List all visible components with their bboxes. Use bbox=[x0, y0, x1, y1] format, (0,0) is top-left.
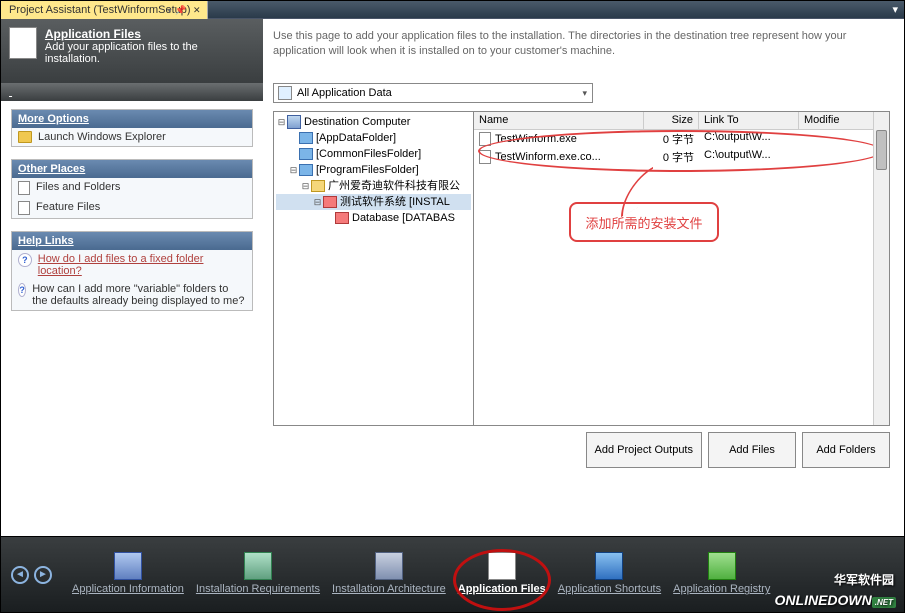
tree-node-programfiles[interactable]: ⊟[ProgramFilesFolder] bbox=[276, 162, 471, 178]
nav-app-registry[interactable]: Application Registry bbox=[673, 552, 770, 596]
folder-icon bbox=[299, 148, 313, 160]
files-folders-link[interactable]: Files and Folders bbox=[12, 178, 252, 198]
pin-icon[interactable]: 📌 bbox=[175, 5, 186, 16]
file-list-header: Name Size Link To Modifie bbox=[474, 112, 889, 130]
other-places-panel: Other Places Files and Folders Feature F… bbox=[11, 159, 253, 219]
nav-install-arch[interactable]: Installation Architecture bbox=[332, 552, 446, 596]
help-links-header: Help Links bbox=[12, 232, 252, 250]
question-icon: ? bbox=[18, 283, 26, 297]
window-title: Project Assistant (TestWinformSetup) bbox=[9, 4, 191, 16]
more-options-header: More Options bbox=[12, 110, 252, 128]
expander-icon[interactable]: ⊟ bbox=[312, 194, 323, 210]
add-project-outputs-button[interactable]: Add Project Outputs bbox=[586, 432, 702, 468]
file-list[interactable]: Name Size Link To Modifie TestWinform.ex… bbox=[474, 112, 889, 425]
page-icon bbox=[9, 27, 37, 59]
watermark-logo: ONLINEDOWN.NET bbox=[775, 592, 896, 608]
destination-tree[interactable]: ⊟Destination Computer [AppDataFolder] [C… bbox=[274, 112, 474, 425]
page-icon bbox=[18, 201, 30, 215]
nav-app-info[interactable]: Application Information bbox=[72, 552, 184, 596]
page-title: Application Files bbox=[45, 27, 255, 41]
feature-files-link[interactable]: Feature Files bbox=[12, 198, 252, 218]
folder-icon bbox=[299, 164, 313, 176]
tree-node-company[interactable]: ⊟广州爱奇迪软件科技有限公 bbox=[276, 178, 471, 194]
file-icon bbox=[479, 132, 491, 146]
page-subtitle: Add your application files to the instal… bbox=[45, 41, 255, 65]
computer-icon bbox=[287, 115, 301, 129]
data-icon bbox=[278, 86, 292, 100]
tree-node-commonfiles[interactable]: [CommonFilesFolder] bbox=[276, 146, 471, 162]
expander-icon[interactable]: ⊟ bbox=[288, 162, 299, 178]
expander-icon[interactable]: ⊟ bbox=[300, 178, 311, 194]
help-link-2[interactable]: ? How can I add more "variable" folders … bbox=[12, 280, 252, 310]
app-data-dropdown[interactable]: All Application Data bbox=[273, 83, 593, 103]
page-icon bbox=[18, 181, 30, 195]
registry-icon bbox=[708, 552, 736, 580]
tree-node-appdata[interactable]: [AppDataFolder] bbox=[276, 130, 471, 146]
checklist-icon bbox=[244, 552, 272, 580]
col-name[interactable]: Name bbox=[474, 112, 644, 129]
nav-install-req[interactable]: Installation Requirements bbox=[196, 552, 320, 596]
add-folders-button[interactable]: Add Folders bbox=[802, 432, 890, 468]
question-icon: ? bbox=[18, 253, 32, 267]
nav-back-button[interactable]: ◄ bbox=[11, 566, 29, 584]
title-bar: Project Assistant (TestWinformSetup) 📌 ✕… bbox=[1, 1, 904, 19]
help-links-panel: Help Links ? How do I add files to a fix… bbox=[11, 231, 253, 311]
tree-node-install[interactable]: ⊟测试软件系统 [INSTAL bbox=[276, 194, 471, 210]
target-icon bbox=[335, 212, 349, 224]
launch-explorer-link[interactable]: Launch Windows Explorer bbox=[12, 128, 252, 146]
folder-icon bbox=[18, 131, 32, 143]
help-link-1[interactable]: ? How do I add files to a fixed folder l… bbox=[12, 250, 252, 280]
separator bbox=[1, 83, 263, 101]
add-files-button[interactable]: Add Files bbox=[708, 432, 796, 468]
watermark-cn: 华军软件园 bbox=[834, 571, 894, 588]
file-icon bbox=[479, 150, 491, 164]
annotation-callout: 添加所需的安装文件 bbox=[569, 202, 719, 242]
nav-forward-button[interactable]: ► bbox=[34, 566, 52, 584]
shortcut-icon bbox=[595, 552, 623, 580]
close-tab-icon[interactable]: ✕ bbox=[193, 5, 201, 16]
instructions-text: Use this page to add your application fi… bbox=[273, 29, 890, 69]
other-places-header: Other Places bbox=[12, 160, 252, 178]
tree-node-database[interactable]: Database [DATABAS bbox=[276, 210, 471, 226]
more-options-panel: More Options Launch Windows Explorer bbox=[11, 109, 253, 147]
files-icon bbox=[488, 552, 516, 580]
folder-icon bbox=[299, 132, 313, 144]
scrollbar[interactable] bbox=[873, 112, 889, 425]
file-row[interactable]: TestWinform.exe.co... 0 字节 C:\output\W..… bbox=[474, 148, 889, 166]
col-linkto[interactable]: Link To bbox=[699, 112, 799, 129]
folder-open-icon bbox=[311, 180, 325, 192]
info-icon bbox=[114, 552, 142, 580]
file-row[interactable]: TestWinform.exe 0 字节 C:\output\W... bbox=[474, 130, 889, 148]
architecture-icon bbox=[375, 552, 403, 580]
target-icon bbox=[323, 196, 337, 208]
page-header: Application Files Add your application f… bbox=[1, 19, 263, 83]
bottom-nav: ◄ ► Application Information Installation… bbox=[1, 536, 904, 612]
nav-app-files[interactable]: Application Files bbox=[458, 552, 546, 596]
expander-icon[interactable]: ⊟ bbox=[276, 114, 287, 130]
tree-node-root[interactable]: ⊟Destination Computer bbox=[276, 114, 471, 130]
scrollbar-thumb[interactable] bbox=[876, 130, 887, 170]
col-size[interactable]: Size bbox=[644, 112, 699, 129]
dropdown-value: All Application Data bbox=[297, 87, 392, 99]
window-title-tab[interactable]: Project Assistant (TestWinformSetup) 📌 ✕ bbox=[1, 1, 208, 19]
nav-app-shortcuts[interactable]: Application Shortcuts bbox=[558, 552, 661, 596]
minimize-icon[interactable]: ▾ bbox=[892, 3, 898, 16]
